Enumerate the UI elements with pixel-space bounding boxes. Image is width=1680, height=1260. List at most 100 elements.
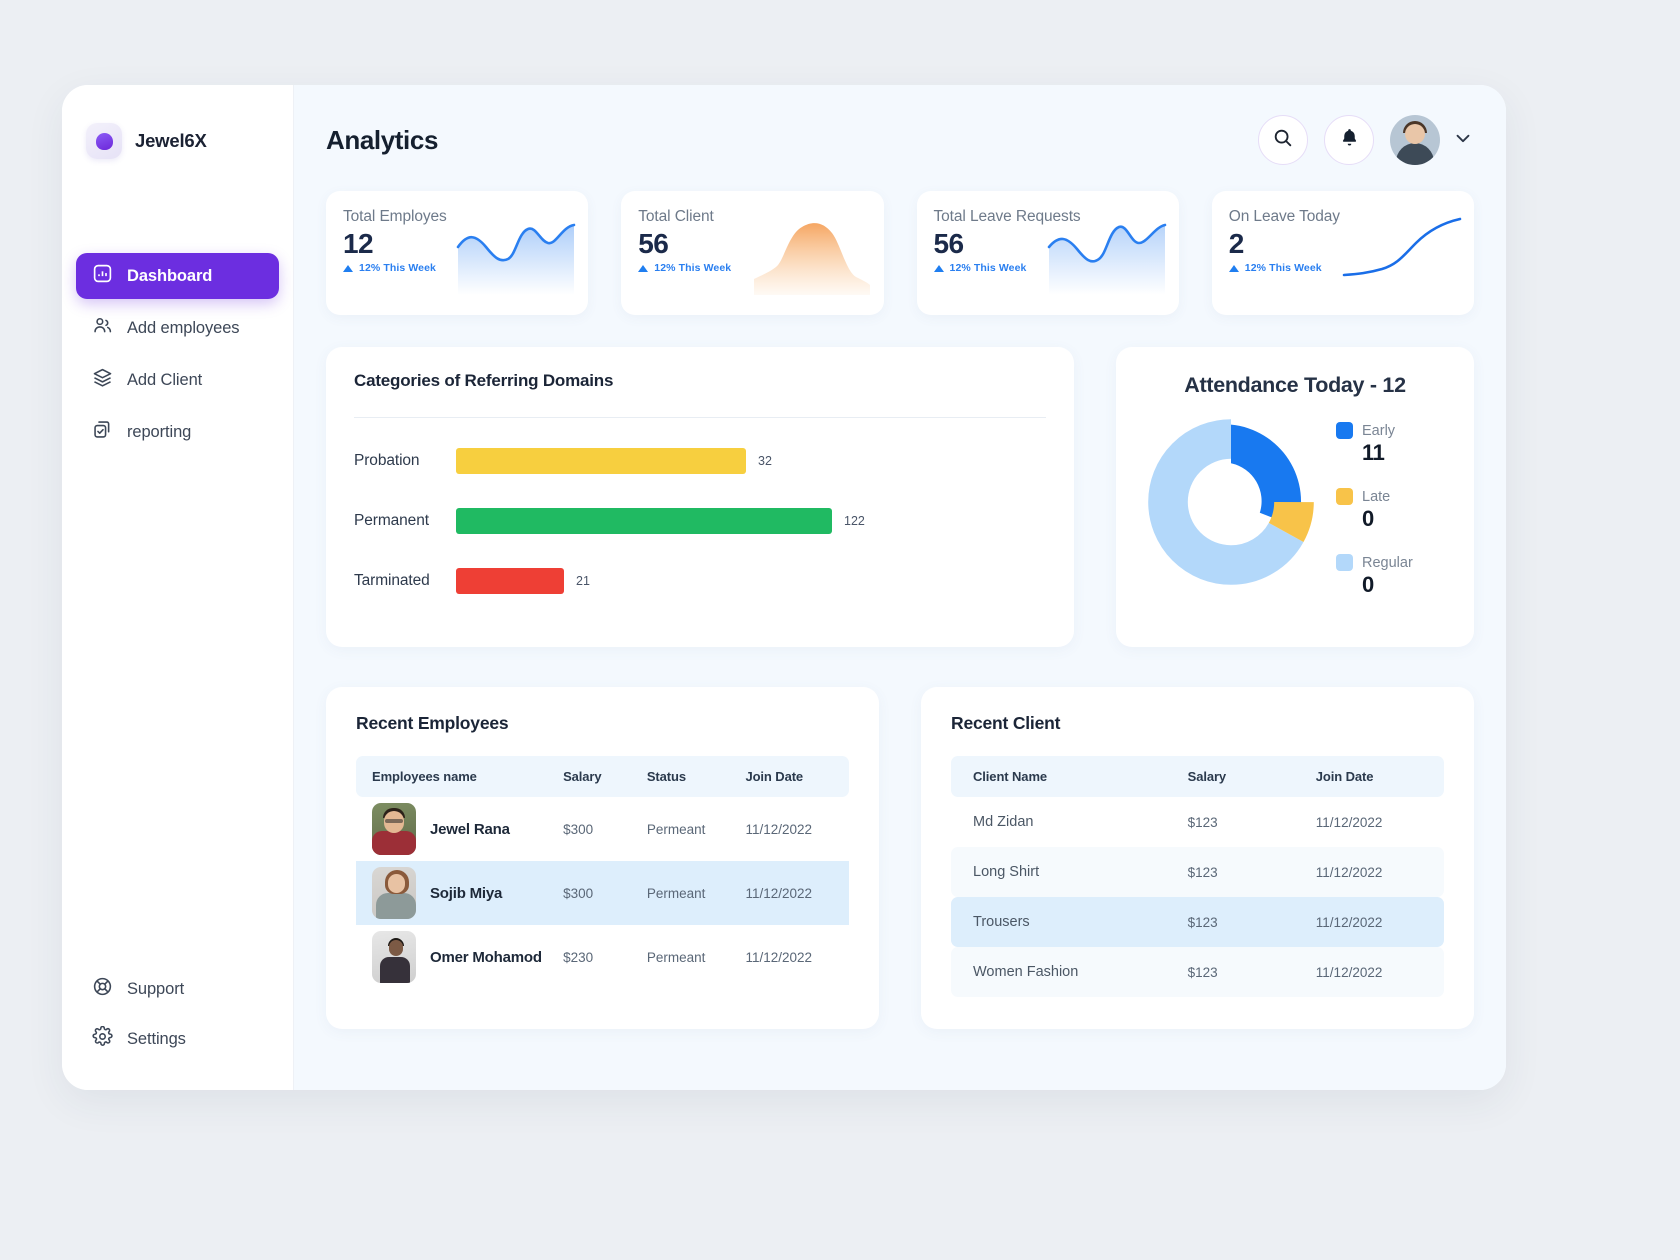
column-header: Employees name bbox=[372, 769, 477, 784]
employee-status: Permeant bbox=[646, 821, 706, 837]
chevron-down-icon[interactable] bbox=[1452, 127, 1474, 154]
bar-label: Probation bbox=[354, 452, 420, 469]
trend-up-icon bbox=[638, 264, 649, 272]
bar-chart: Probation 32 Permanent 122 Tarminated 21 bbox=[344, 448, 1046, 594]
stat-card-on-leave-today[interactable]: On Leave Today 2 12% This Week bbox=[1211, 191, 1474, 315]
client-salary: $123 bbox=[1187, 964, 1218, 980]
trend-label: 12% This Week bbox=[359, 262, 436, 274]
middle-row: Categories of Referring Domains Probatio… bbox=[326, 347, 1474, 647]
sidebar-item-support[interactable]: Support bbox=[76, 966, 279, 1012]
employee-name: Sojib Miya bbox=[430, 884, 503, 902]
notifications-button[interactable] bbox=[1324, 115, 1374, 165]
droplet-logo-icon bbox=[86, 123, 122, 159]
stat-card-total-leave-requests[interactable]: Total Leave Requests 56 12% This Week bbox=[916, 191, 1179, 315]
divider bbox=[354, 417, 1046, 418]
table-header-row: Client Name Salary Join Date bbox=[951, 756, 1444, 797]
card-title: Recent Employees bbox=[356, 713, 509, 733]
stat-card-total-client[interactable]: Total Client 56 12% This Week bbox=[621, 191, 884, 315]
client-salary: $123 bbox=[1187, 864, 1218, 880]
sidebar-item-settings[interactable]: Settings bbox=[76, 1016, 279, 1062]
bar-label: Permanent bbox=[354, 512, 429, 529]
copy-check-icon bbox=[92, 419, 113, 445]
table-row[interactable]: Omer Mohamod $230 Permeant 11/12/2022 bbox=[356, 925, 849, 989]
legend-value: 0 bbox=[1362, 572, 1374, 597]
topbar: Analytics bbox=[326, 111, 1474, 169]
column-header: Salary bbox=[1187, 769, 1227, 784]
bar-probation bbox=[456, 448, 746, 474]
avatar bbox=[372, 931, 416, 983]
employee-join-date: 11/12/2022 bbox=[745, 821, 813, 837]
table-row[interactable]: Women Fashion $123 11/12/2022 bbox=[951, 947, 1444, 997]
column-header: Join Date bbox=[1315, 769, 1374, 784]
table-row[interactable]: Sojib Miya $300 Permeant 11/12/2022 bbox=[356, 861, 849, 925]
donut-legend: Early 11 Late 0 Regular 0 bbox=[1336, 412, 1413, 598]
card-title: Recent Client bbox=[951, 713, 1061, 733]
trend-label: 12% This Week bbox=[654, 262, 732, 274]
page-title: Analytics bbox=[326, 124, 439, 155]
referring-domains-card: Categories of Referring Domains Probatio… bbox=[326, 347, 1074, 647]
employee-status: Permeant bbox=[646, 949, 706, 965]
avatar bbox=[372, 867, 416, 919]
sidebar-item-label: Add employees bbox=[127, 318, 240, 337]
legend-item-regular: Regular 0 bbox=[1336, 554, 1413, 598]
client-name: Women Fashion bbox=[973, 964, 1079, 980]
sidebar: Jewel6X Dashboard Add employees Add Clie… bbox=[62, 85, 294, 1090]
bar-value: 32 bbox=[758, 454, 772, 468]
search-icon bbox=[1272, 127, 1294, 154]
employee-salary: $300 bbox=[563, 821, 594, 837]
trend-label: 12% This Week bbox=[949, 262, 1027, 274]
employee-salary: $230 bbox=[563, 949, 594, 965]
stat-card-total-employes[interactable]: Total Employes 12 12% This Week bbox=[326, 191, 589, 315]
bar-tarminated bbox=[456, 568, 564, 594]
avatar[interactable] bbox=[1390, 115, 1440, 165]
table-row[interactable]: Jewel Rana $300 Permeant 11/12/2022 bbox=[356, 797, 849, 861]
sidebar-item-reporting[interactable]: reporting bbox=[76, 409, 279, 455]
main-content: Analytics Total Employes 12 12% This Wee… bbox=[294, 85, 1506, 1090]
lifebuoy-icon bbox=[92, 976, 113, 1002]
client-join-date: 11/12/2022 bbox=[1315, 814, 1383, 830]
bar-value: 21 bbox=[576, 574, 590, 588]
recent-employees-card: Recent Employees Employees name Salary S… bbox=[326, 687, 879, 1029]
bottom-row: Recent Employees Employees name Salary S… bbox=[326, 687, 1474, 1029]
search-button[interactable] bbox=[1258, 115, 1308, 165]
trend-up-icon bbox=[1228, 264, 1239, 272]
employee-status: Permeant bbox=[646, 885, 706, 901]
trend-up-icon bbox=[343, 264, 353, 272]
legend-value: 0 bbox=[1362, 506, 1374, 531]
sidebar-item-label: Add Client bbox=[127, 370, 203, 389]
sidebar-item-add-employees[interactable]: Add employees bbox=[76, 305, 279, 351]
sparkline-chart bbox=[1047, 223, 1167, 295]
users-icon bbox=[92, 315, 113, 341]
attendance-card: Attendance Today - 12 Early 11 Late 0 Re… bbox=[1116, 347, 1474, 647]
sidebar-nav: Dashboard Add employees Add Client repor… bbox=[62, 253, 293, 455]
card-title: Categories of Referring Domains bbox=[354, 371, 614, 390]
table-row[interactable]: Trousers $123 11/12/2022 bbox=[951, 897, 1444, 947]
trend-up-icon bbox=[933, 264, 944, 272]
avatar bbox=[372, 803, 416, 855]
recent-client-card: Recent Client Client Name Salary Join Da… bbox=[921, 687, 1474, 1029]
layers-icon bbox=[92, 367, 113, 393]
table-row[interactable]: Md Zidan $123 11/12/2022 bbox=[951, 797, 1444, 847]
column-header: Salary bbox=[563, 769, 602, 784]
employee-name: Omer Mohamod bbox=[430, 948, 542, 966]
table-row[interactable]: Long Shirt $123 11/12/2022 bbox=[951, 847, 1444, 897]
sidebar-item-label: Support bbox=[127, 979, 185, 998]
bar-row: Permanent 122 bbox=[344, 508, 1046, 534]
client-salary: $123 bbox=[1187, 814, 1218, 830]
client-name: Md Zidan bbox=[973, 814, 1034, 830]
employee-name: Jewel Rana bbox=[430, 820, 510, 838]
clients-table: Client Name Salary Join Date Md Zidan $1… bbox=[951, 756, 1444, 997]
sidebar-item-label: Settings bbox=[127, 1029, 186, 1048]
employee-join-date: 11/12/2022 bbox=[745, 885, 813, 901]
sidebar-item-dashboard[interactable]: Dashboard bbox=[76, 253, 279, 299]
employee-salary: $300 bbox=[563, 885, 594, 901]
sparkline-chart bbox=[753, 223, 870, 295]
column-header: Join Date bbox=[745, 769, 804, 784]
employee-join-date: 11/12/2022 bbox=[745, 949, 813, 965]
sidebar-item-add-client[interactable]: Add Client bbox=[76, 357, 279, 403]
sidebar-bottom-nav: Support Settings bbox=[62, 966, 293, 1062]
client-join-date: 11/12/2022 bbox=[1315, 914, 1383, 930]
legend-label: Regular bbox=[1362, 554, 1413, 571]
trend-label: 12% This Week bbox=[1244, 262, 1322, 274]
employees-table: Employees name Salary Status Join Date J… bbox=[356, 756, 849, 989]
